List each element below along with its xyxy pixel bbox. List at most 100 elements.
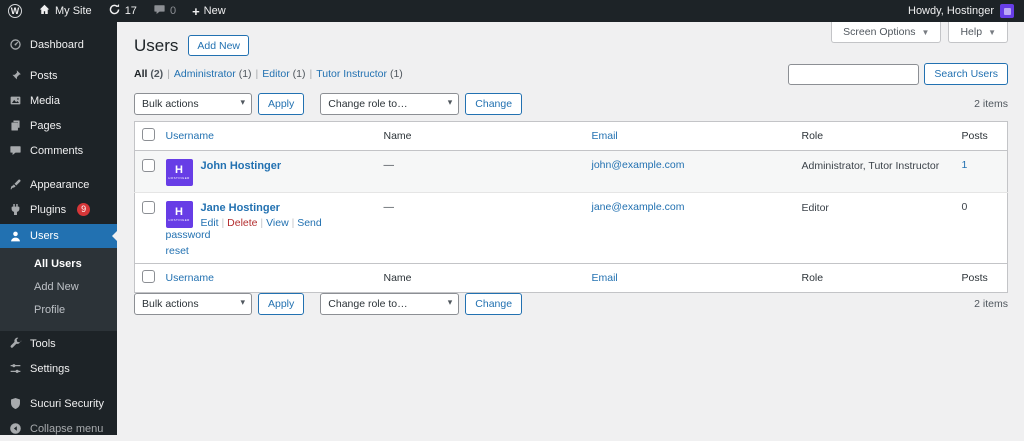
username-link[interactable]: John Hostinger xyxy=(201,159,282,172)
media-icon xyxy=(9,94,22,107)
change-button[interactable]: Change xyxy=(465,93,522,115)
pin-icon xyxy=(9,69,22,82)
sidebar-item-settings[interactable]: Settings xyxy=(0,356,117,381)
admin-sidebar: Dashboard Posts Media Pages Comments App… xyxy=(0,22,117,435)
screen-options-tab[interactable]: Screen Options ▼ xyxy=(831,22,941,43)
view-tutor-instructor[interactable]: Tutor Instructor xyxy=(316,68,387,80)
column-header-username: Username xyxy=(159,122,377,151)
new-label: New xyxy=(204,5,226,17)
sidebar-item-comments[interactable]: Comments xyxy=(0,138,117,163)
add-new-user-button[interactable]: Add New xyxy=(188,35,249,56)
view-all[interactable]: All (2) xyxy=(134,68,163,80)
sidebar-item-media[interactable]: Media xyxy=(0,88,117,113)
pages-icon xyxy=(9,119,22,132)
dashboard-icon xyxy=(9,38,22,51)
name-cell: — xyxy=(377,193,585,264)
bulk-actions-bar-top: Bulk actions Apply Change role to… Chang… xyxy=(134,93,1008,115)
posts-count-link[interactable]: 1 xyxy=(962,159,968,171)
page-title: Users xyxy=(134,36,178,56)
submenu-profile[interactable]: Profile xyxy=(0,299,117,322)
comments-link[interactable]: 0 xyxy=(145,0,184,22)
row-actions: Edit | Delete | View | Send passwordrese… xyxy=(166,217,370,257)
updates-icon xyxy=(108,3,121,19)
help-tab[interactable]: Help ▼ xyxy=(948,22,1008,43)
role-cell: Editor xyxy=(795,193,955,264)
updates-link[interactable]: 17 xyxy=(100,0,145,22)
username-link[interactable]: Jane Hostinger xyxy=(201,201,280,214)
my-site-link[interactable]: My Site xyxy=(30,0,100,22)
collapse-icon xyxy=(9,422,22,435)
users-submenu: All Users Add New Profile xyxy=(0,248,117,331)
sliders-icon xyxy=(9,362,22,375)
account-menu[interactable]: Howdy, Hostinger xyxy=(908,4,1024,18)
apply-button[interactable]: Apply xyxy=(258,93,304,115)
table-footer-row: Username Name Email Role Posts xyxy=(135,264,1008,293)
my-site-label: My Site xyxy=(55,5,92,17)
column-footer-role: Role xyxy=(795,264,955,293)
submenu-add-new[interactable]: Add New xyxy=(0,276,117,299)
home-icon xyxy=(38,3,51,19)
sidebar-item-appearance[interactable]: Appearance xyxy=(0,172,117,197)
row-checkbox[interactable] xyxy=(142,201,155,214)
chevron-down-icon: ▼ xyxy=(922,28,930,37)
updates-count: 17 xyxy=(125,5,137,17)
view-administrator[interactable]: Administrator xyxy=(174,68,236,80)
select-all-checkbox[interactable] xyxy=(142,270,155,283)
main-content: Screen Options ▼ Help ▼ Users Add New Al… xyxy=(117,22,1024,435)
role-cell: Administrator, Tutor Instructor xyxy=(795,151,955,193)
row-checkbox[interactable] xyxy=(142,159,155,172)
bulk-actions-bar-bottom: Bulk actions Apply Change role to… Chang… xyxy=(134,293,1008,315)
delete-action[interactable]: Delete xyxy=(227,217,257,229)
comment-bubble-icon xyxy=(153,3,166,19)
howdy-text: Howdy, Hostinger xyxy=(908,5,994,17)
wrench-icon xyxy=(9,337,22,350)
comments-count: 0 xyxy=(170,5,176,17)
column-header-name: Name xyxy=(377,122,585,151)
change-role-select[interactable]: Change role to… xyxy=(320,293,459,315)
view-editor[interactable]: Editor xyxy=(262,68,289,80)
submenu-all-users[interactable]: All Users xyxy=(0,253,117,276)
plug-icon xyxy=(9,203,22,216)
view-action[interactable]: View xyxy=(266,217,289,229)
avatar: HHOSTINGER xyxy=(166,201,193,228)
chevron-down-icon: ▼ xyxy=(988,28,996,37)
edit-action[interactable]: Edit xyxy=(201,217,219,229)
column-footer-email: Email xyxy=(585,264,795,293)
sidebar-item-posts[interactable]: Posts xyxy=(0,63,117,88)
items-count: 2 items xyxy=(974,98,1008,110)
new-content-link[interactable]: + New xyxy=(184,0,234,22)
apply-button[interactable]: Apply xyxy=(258,293,304,315)
comment-icon xyxy=(9,144,22,157)
sidebar-item-dashboard[interactable]: Dashboard xyxy=(0,32,117,57)
change-button[interactable]: Change xyxy=(465,293,522,315)
column-footer-username: Username xyxy=(159,264,377,293)
column-footer-name: Name xyxy=(377,264,585,293)
sidebar-item-pages[interactable]: Pages xyxy=(0,113,117,138)
search-users-input[interactable] xyxy=(788,64,919,85)
select-all-checkbox[interactable] xyxy=(142,128,155,141)
column-header-email: Email xyxy=(585,122,795,151)
avatar: HHOSTINGER xyxy=(166,159,193,186)
sidebar-item-plugins[interactable]: Plugins 9 xyxy=(0,197,117,222)
users-icon xyxy=(9,230,22,243)
name-cell: — xyxy=(377,151,585,193)
shield-icon xyxy=(9,397,22,410)
bulk-actions-select[interactable]: Bulk actions xyxy=(134,293,252,315)
change-role-select[interactable]: Change role to… xyxy=(320,93,459,115)
brush-icon xyxy=(9,178,22,191)
items-count: 2 items xyxy=(974,298,1008,310)
email-link[interactable]: jane@example.com xyxy=(592,201,685,213)
search-users-button[interactable]: Search Users xyxy=(924,63,1008,85)
sidebar-item-sucuri-security[interactable]: Sucuri Security xyxy=(0,391,117,416)
wordpress-menu[interactable]: W xyxy=(0,0,30,22)
sidebar-item-collapse-menu[interactable]: Collapse menu xyxy=(0,416,117,441)
users-table: Username Name Email Role Posts HHOSTINGE… xyxy=(134,121,1008,293)
plus-icon: + xyxy=(192,5,200,18)
column-header-role: Role xyxy=(795,122,955,151)
admin-bar: W My Site 17 0 + New Howdy, Hostinger xyxy=(0,0,1024,22)
sidebar-item-tools[interactable]: Tools xyxy=(0,331,117,356)
sidebar-item-users[interactable]: Users xyxy=(0,224,117,248)
bulk-actions-select[interactable]: Bulk actions xyxy=(134,93,252,115)
email-link[interactable]: john@example.com xyxy=(592,159,685,171)
user-avatar xyxy=(1000,4,1014,18)
